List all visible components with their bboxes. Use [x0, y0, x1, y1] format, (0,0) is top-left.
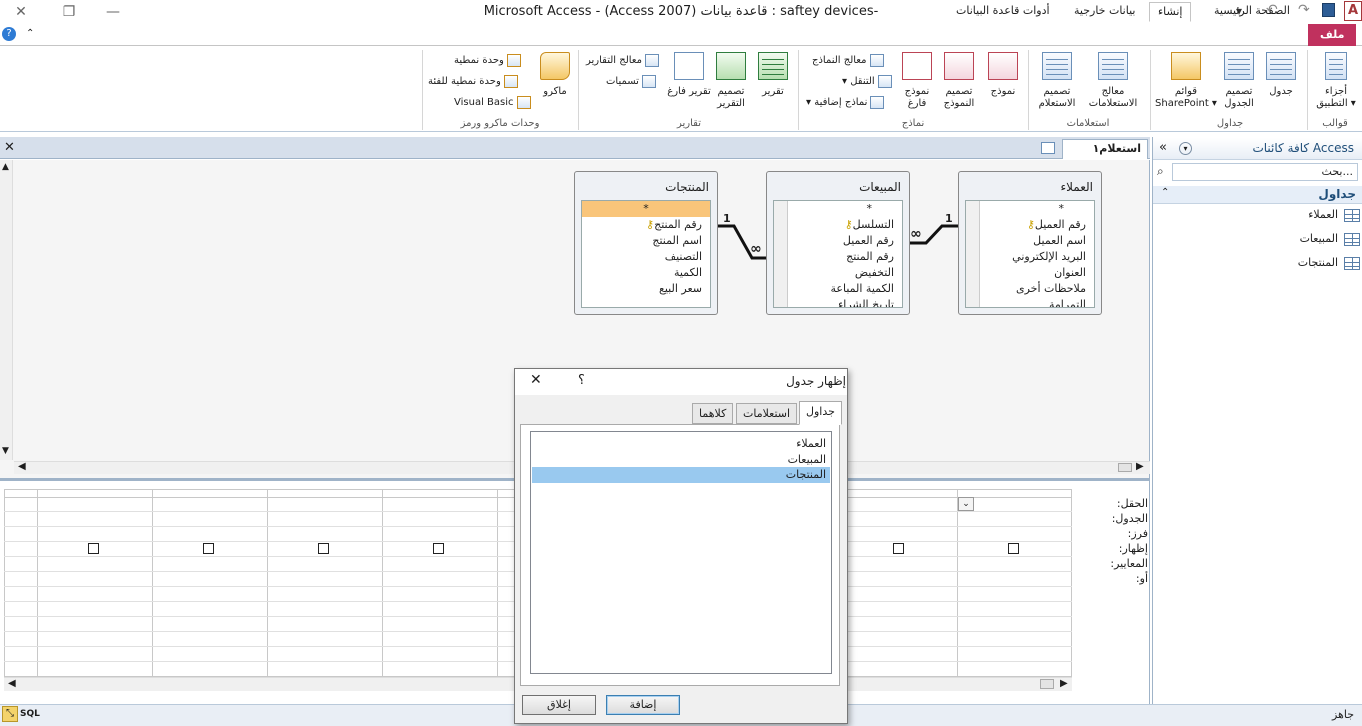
- row-label-or: أو:: [1135, 572, 1148, 585]
- nav-item-products[interactable]: المنتجات: [1260, 253, 1360, 273]
- application-parts-button[interactable]: أجزاء التطبيق ▾: [1312, 52, 1360, 110]
- table-icon: [1344, 232, 1360, 246]
- tab-queries[interactable]: استعلامات: [736, 403, 798, 424]
- row-label-show: إظهار:: [1118, 542, 1148, 555]
- table-button[interactable]: جدول: [1258, 52, 1304, 98]
- search-icon: ⌕: [1157, 164, 1164, 178]
- list-item[interactable]: المنتجات: [532, 467, 830, 483]
- nav-group-tables[interactable]: جداول ⌃: [1153, 186, 1362, 204]
- group-label-tables: جداول: [1216, 118, 1244, 129]
- relationship-many-label: ∞: [750, 241, 762, 257]
- sql-view-button[interactable]: SQL: [20, 709, 40, 719]
- row-label-sort: فرز:: [1127, 527, 1148, 540]
- add-button[interactable]: إضافة: [606, 695, 680, 715]
- save-icon[interactable]: [1322, 3, 1335, 17]
- sharepoint-lists-button[interactable]: قوائم SharePoint ▾: [1154, 52, 1218, 110]
- access-logo-icon: A: [1344, 1, 1362, 21]
- show-checkbox[interactable]: [433, 543, 444, 554]
- table-design-button[interactable]: تصميم الجدول: [1214, 52, 1264, 110]
- dialog-close-icon[interactable]: ✕: [530, 372, 542, 388]
- relationship-one-label: 1: [723, 212, 731, 225]
- show-checkbox[interactable]: [318, 543, 329, 554]
- scroll-left-icon[interactable]: ◀: [8, 678, 16, 689]
- dialog-help-button[interactable]: ؟: [578, 373, 585, 388]
- row-label-field: الحقل:: [1116, 497, 1148, 510]
- nav-item-sales[interactable]: المبيعات: [1260, 229, 1360, 249]
- relationship-many-label: ∞: [910, 226, 922, 242]
- show-checkbox[interactable]: [1008, 543, 1019, 554]
- tab-both[interactable]: كلاهما: [692, 403, 734, 424]
- show-checkbox[interactable]: [893, 543, 904, 554]
- show-checkbox[interactable]: [88, 543, 99, 554]
- scroll-thumb[interactable]: [1040, 679, 1054, 689]
- show-checkbox[interactable]: [203, 543, 214, 554]
- field-dropdown-icon[interactable]: ⌄: [958, 497, 974, 511]
- dialog-title: إظهار جدول: [786, 374, 846, 388]
- table-icon: [1344, 208, 1360, 222]
- row-label-table: الجدول:: [1111, 512, 1148, 525]
- tab-create[interactable]: إنشاء: [1149, 2, 1192, 22]
- nav-group-label: جداول: [1318, 187, 1356, 201]
- tab-file[interactable]: ملف: [1308, 24, 1357, 46]
- list-item[interactable]: العملاء: [532, 436, 830, 452]
- row-label-criteria: المعايير:: [1110, 557, 1148, 570]
- collapse-group-icon[interactable]: ⌃: [1161, 187, 1169, 198]
- relationship-one-label: 1: [945, 212, 953, 225]
- collapse-pane-icon[interactable]: «: [1159, 140, 1167, 155]
- chevron-down-icon[interactable]: ▾: [1179, 142, 1192, 155]
- group-label-templates: قوالب: [1322, 118, 1348, 129]
- redo-icon[interactable]: ↷: [1298, 2, 1310, 18]
- nav-pane-title: كافة كائنات Access: [1252, 141, 1354, 155]
- tab-tables[interactable]: جداول: [799, 401, 842, 425]
- nav-search-input[interactable]: بحث...: [1172, 163, 1358, 181]
- scroll-right-icon[interactable]: ▶: [1060, 678, 1068, 689]
- table-icon: [1344, 256, 1360, 270]
- status-text: جاهز: [1331, 708, 1354, 721]
- design-view-icon[interactable]: ⤡: [2, 706, 18, 722]
- tab-home[interactable]: الصفحة الرئيسية: [1206, 2, 1298, 22]
- list-item[interactable]: المبيعات: [532, 452, 830, 468]
- nav-item-customers[interactable]: العملاء: [1260, 205, 1360, 225]
- nav-pane-header[interactable]: كافة كائنات Access ▾ «: [1153, 138, 1362, 160]
- close-button[interactable]: إغلاق: [522, 695, 596, 715]
